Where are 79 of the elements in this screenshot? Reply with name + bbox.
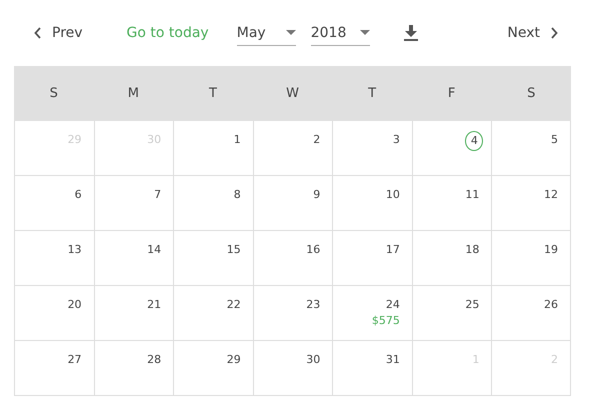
weekday-label: S	[526, 86, 536, 101]
day-cell[interactable]: 11	[412, 176, 492, 231]
day-number: 31	[384, 352, 400, 368]
day-number: 25	[464, 297, 480, 313]
day-number: 19	[542, 242, 558, 258]
next-button[interactable]: Next	[507, 25, 558, 41]
chevron-left-icon	[34, 27, 42, 39]
day-cell[interactable]: 10	[332, 176, 412, 231]
day-number: 21	[146, 297, 162, 313]
day-cell[interactable]: 7	[94, 176, 174, 231]
day-number: 27	[66, 352, 82, 368]
day-cell[interactable]: 12	[491, 176, 571, 231]
day-number: 9	[312, 187, 320, 203]
day-cell[interactable]: 20	[14, 286, 94, 341]
day-cell[interactable]: 31	[332, 341, 412, 396]
weekday-label: T	[367, 86, 378, 101]
day-cell[interactable]: 8	[173, 176, 253, 231]
day-number: 29	[226, 352, 241, 368]
day-cell[interactable]: 27	[14, 341, 94, 396]
day-cell[interactable]: 1	[173, 121, 253, 176]
day-cell[interactable]: 17	[332, 231, 412, 286]
day-cell[interactable]: 9	[252, 176, 332, 231]
day-number: 28	[146, 352, 162, 368]
day-cell[interactable]: 4	[412, 121, 492, 176]
day-number: 4	[465, 131, 484, 151]
day-number: 24	[384, 297, 400, 313]
day-number: 6	[74, 187, 82, 203]
day-cell[interactable]: 13	[14, 231, 94, 286]
day-number: 8	[232, 187, 241, 203]
caret-icon	[360, 30, 370, 36]
chevron-right-icon	[550, 27, 558, 39]
day-cell[interactable]: 21	[94, 286, 174, 341]
day-number: 22	[226, 297, 241, 313]
day-number: 11	[464, 187, 480, 203]
day-number: 3	[392, 132, 400, 148]
month-select[interactable]: May	[236, 20, 296, 46]
day-number: 20	[66, 297, 82, 313]
day-cell[interactable]: 30	[252, 341, 332, 396]
day-number: 7	[153, 187, 162, 203]
day-cell[interactable]: 29	[173, 341, 253, 396]
day-number: 18	[464, 242, 480, 258]
day-number: 16	[305, 242, 320, 258]
day-number: 2	[312, 132, 320, 148]
day-number: 23	[305, 297, 320, 313]
weekday-label: T	[208, 86, 218, 101]
day-cell[interactable]: 15	[173, 231, 253, 286]
day-cell[interactable]: 19	[491, 231, 571, 286]
amount-label: $575	[372, 314, 400, 327]
day-cell[interactable]: 3	[332, 121, 412, 176]
caret-icon	[286, 30, 296, 36]
day-number: 10	[384, 187, 400, 203]
day-cell[interactable]: 5	[491, 121, 571, 176]
day-number: 15	[226, 242, 241, 258]
day-number: 30	[305, 352, 320, 368]
prev-button[interactable]: Prev	[34, 25, 83, 41]
weekday-label: M	[126, 86, 140, 101]
day-cell[interactable]: 28	[94, 341, 174, 396]
weekday-label: F	[446, 86, 456, 101]
day-number: 17	[384, 242, 400, 258]
year-select[interactable]: 2018	[310, 20, 370, 46]
day-number: 12	[542, 187, 558, 203]
day-cell[interactable]: 24 $575	[332, 286, 412, 341]
day-cell[interactable]: 26	[491, 286, 571, 341]
day-number: 14	[146, 242, 162, 258]
day-number: 26	[542, 297, 558, 313]
download-icon[interactable]	[404, 25, 418, 41]
day-cell[interactable]: 22	[173, 286, 253, 341]
day-number: 1	[232, 132, 241, 148]
weekday-label: W	[285, 86, 300, 101]
day-cell[interactable]: 6	[14, 176, 94, 231]
day-cell[interactable]: 23	[252, 286, 332, 341]
day-number: 13	[66, 242, 82, 258]
day-number: 5	[550, 132, 558, 148]
day-cell[interactable]: 25	[412, 286, 492, 341]
day-cell[interactable]: 2	[252, 121, 332, 176]
day-cell[interactable]: 18	[412, 231, 492, 286]
weekday-label: S	[48, 86, 59, 101]
day-cell[interactable]: 16	[252, 231, 332, 286]
day-cell[interactable]: 14	[94, 231, 174, 286]
